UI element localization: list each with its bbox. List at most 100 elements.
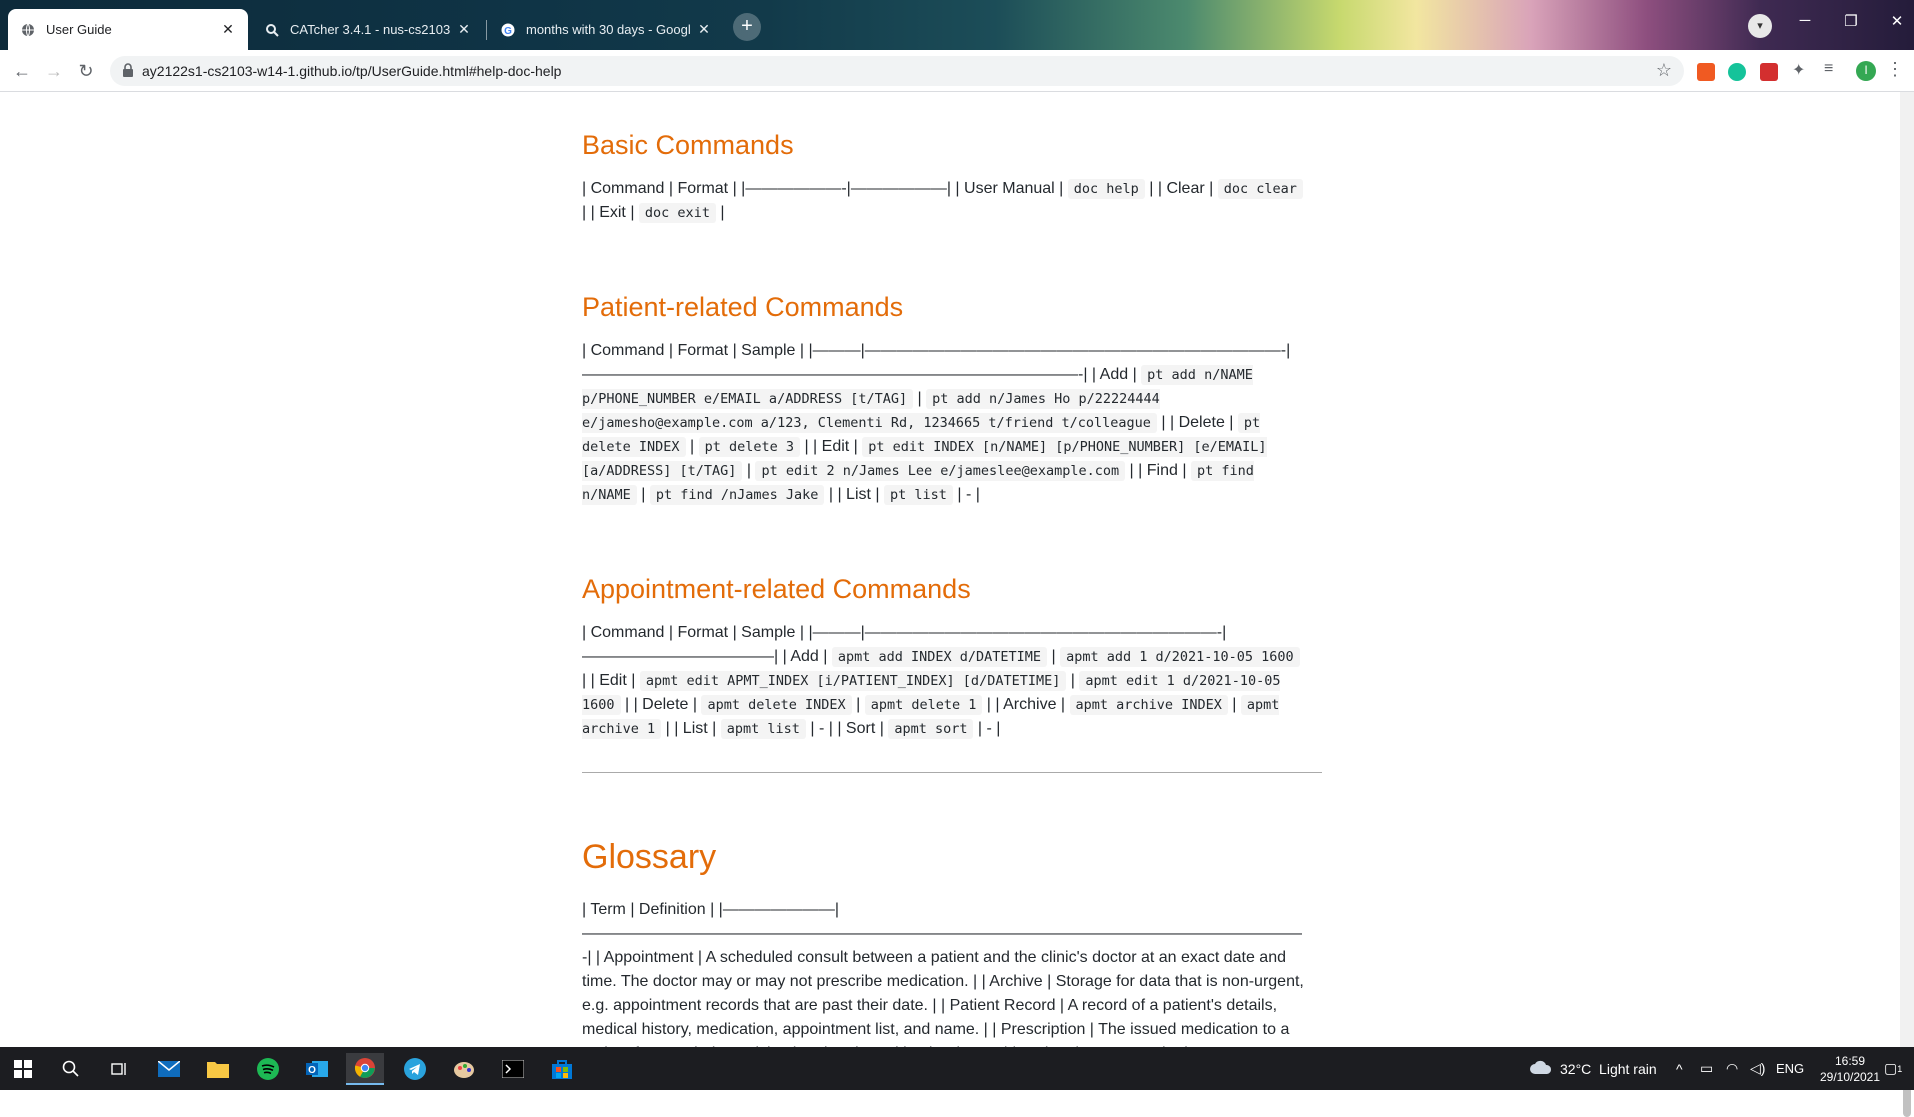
close-tab-icon[interactable]: ✕ xyxy=(456,21,472,38)
mail-icon[interactable] xyxy=(150,1053,188,1085)
terminal-icon[interactable] xyxy=(494,1053,532,1085)
grammarly-extension-icon[interactable] xyxy=(1728,63,1746,81)
notification-count: 1 xyxy=(1897,1063,1903,1074)
store-icon[interactable] xyxy=(543,1053,581,1085)
minimize-button[interactable]: ─ xyxy=(1790,12,1820,29)
language-indicator[interactable]: ENG xyxy=(1776,1047,1804,1090)
text: | | List | xyxy=(661,720,721,737)
text: | - | | Sort | xyxy=(805,720,889,737)
new-tab-button[interactable]: + xyxy=(733,13,761,41)
profile-avatar[interactable]: I xyxy=(1856,61,1876,81)
text: | xyxy=(715,204,725,221)
show-hidden-icons-chevron-icon[interactable]: ^ xyxy=(1676,1047,1683,1090)
text: | | Archive | xyxy=(982,696,1070,713)
windows-taskbar: O 32°C Light rain ^ ▭ ◠ ◁) ENG 16:59 29/… xyxy=(0,1047,1914,1090)
appointment-commands-table-text: | Command | Format | Sample | |———|—————… xyxy=(582,621,1307,741)
address-bar[interactable]: ay2122s1-cs2103-w14-1.github.io/tp/UserG… xyxy=(110,56,1684,86)
clock[interactable]: 16:59 29/10/2021 xyxy=(1810,1047,1890,1090)
telegram-icon[interactable] xyxy=(396,1053,434,1085)
page-content: Basic Commands | Command | Format | |———… xyxy=(0,92,1900,1047)
notification-center-icon[interactable]: ▢ 1 xyxy=(1884,1047,1902,1090)
weather-widget[interactable]: 32°C Light rain xyxy=(1530,1047,1657,1090)
close-tab-icon[interactable]: ✕ xyxy=(220,21,236,38)
code: apmt list xyxy=(720,719,806,739)
tab-google-search[interactable]: G months with 30 days - Google Se ✕ xyxy=(488,9,724,50)
text: | xyxy=(636,486,650,503)
text: | | Edit | xyxy=(582,672,640,689)
text: | xyxy=(1047,648,1061,665)
media-control-icon[interactable]: ≡ xyxy=(1824,60,1842,78)
spotify-icon[interactable] xyxy=(249,1053,287,1085)
task-view-icon[interactable] xyxy=(100,1053,138,1085)
windows-start-icon[interactable] xyxy=(4,1053,42,1085)
code: doc exit xyxy=(638,203,716,223)
forward-icon[interactable]: → xyxy=(42,59,66,83)
text: | | Clear | xyxy=(1144,180,1218,197)
tab-user-guide[interactable]: User Guide ✕ xyxy=(8,9,248,50)
code: pt delete 3 xyxy=(698,437,800,457)
close-tab-icon[interactable]: ✕ xyxy=(696,21,712,38)
text: | | Exit | xyxy=(582,204,639,221)
tab-title: User Guide xyxy=(46,22,112,37)
extensions-puzzle-icon[interactable]: ✦ xyxy=(1792,60,1810,79)
code: pt find /nJames Jake xyxy=(649,485,825,505)
text: | xyxy=(742,462,756,479)
pdf-extension-icon[interactable] xyxy=(1760,63,1778,81)
text: | xyxy=(685,438,699,455)
file-explorer-icon[interactable] xyxy=(199,1053,237,1085)
code: apmt add 1 d/2021-10-05 1600 xyxy=(1060,647,1300,667)
chrome-taskbar-icon[interactable] xyxy=(346,1053,384,1085)
code: doc clear xyxy=(1217,179,1303,199)
code: apmt delete 1 xyxy=(864,695,983,715)
volume-icon[interactable]: ◁) xyxy=(1750,1047,1765,1090)
code: doc help xyxy=(1067,179,1145,199)
code: apmt add INDEX d/DATETIME xyxy=(831,647,1048,667)
time-text: 16:59 xyxy=(1834,1053,1866,1068)
text: | - | xyxy=(973,720,1001,737)
globe-icon xyxy=(20,22,36,38)
browser-tab-strip: User Guide ✕ CATcher 3.4.1 - nus-cs2103-… xyxy=(0,0,1914,50)
battery-icon[interactable]: ▭ xyxy=(1700,1047,1713,1090)
section-heading-appointment: Appointment-related Commands xyxy=(582,574,971,604)
browser-toolbar: ← → ↻ ay2122s1-cs2103-w14-1.github.io/tp… xyxy=(0,50,1914,92)
text: | | Delete | xyxy=(620,696,702,713)
brave-extension-icon[interactable] xyxy=(1697,63,1715,81)
code: apmt delete INDEX xyxy=(701,695,852,715)
bookmark-star-icon[interactable]: ☆ xyxy=(1656,60,1672,81)
reload-icon[interactable]: ↻ xyxy=(74,59,98,83)
svg-text:G: G xyxy=(504,26,512,37)
google-icon: G xyxy=(500,22,516,38)
basic-commands-table-text: | Command | Format | |——————-|——————| | … xyxy=(582,177,1307,225)
lock-icon[interactable] xyxy=(122,63,136,79)
text: | | Delete | xyxy=(1156,414,1238,431)
back-icon[interactable]: ← xyxy=(10,59,34,83)
text: | Command | Format | |——————-|——————| | … xyxy=(582,180,1068,197)
tab-title: CATcher 3.4.1 - nus-cs2103-AY21 xyxy=(290,22,450,37)
search-icon[interactable] xyxy=(52,1053,90,1085)
text: | xyxy=(1227,696,1241,713)
text: | - | xyxy=(952,486,980,503)
tab-catcher[interactable]: CATcher 3.4.1 - nus-cs2103-AY21 ✕ xyxy=(252,9,484,50)
menu-dots-icon[interactable]: ⋮ xyxy=(1886,59,1904,79)
tab-separator xyxy=(486,20,487,40)
text: | | List | xyxy=(824,486,884,503)
section-heading-patient: Patient-related Commands xyxy=(582,292,904,322)
text: | xyxy=(1066,672,1080,689)
glossary-body-text: -| | Appointment | A scheduled consult b… xyxy=(582,949,1304,1047)
glossary-rule-text: ————————————————————————————————————————… xyxy=(582,925,1302,942)
code: apmt edit APMT_INDEX [i/PATIENT_INDEX] [… xyxy=(639,671,1067,691)
text: | xyxy=(851,696,865,713)
page-scrollbar[interactable] xyxy=(1900,92,1914,1117)
code: pt list xyxy=(883,485,953,505)
close-window-button[interactable]: ✕ xyxy=(1882,12,1912,30)
restore-button[interactable]: ❐ xyxy=(1836,12,1866,30)
svg-text:O: O xyxy=(308,1065,316,1076)
tab-search-icon[interactable]: ▾ xyxy=(1748,14,1772,38)
wifi-icon[interactable]: ◠ xyxy=(1726,1047,1738,1090)
glossary-table-header-text: | Term | Definition | |———————| xyxy=(582,901,839,918)
paint-icon[interactable] xyxy=(445,1053,483,1085)
outlook-icon[interactable]: O xyxy=(298,1053,336,1085)
weather-text: 32°C Light rain xyxy=(1560,1060,1657,1077)
url-text[interactable]: ay2122s1-cs2103-w14-1.github.io/tp/UserG… xyxy=(142,63,561,79)
horizontal-rule xyxy=(582,772,1322,773)
